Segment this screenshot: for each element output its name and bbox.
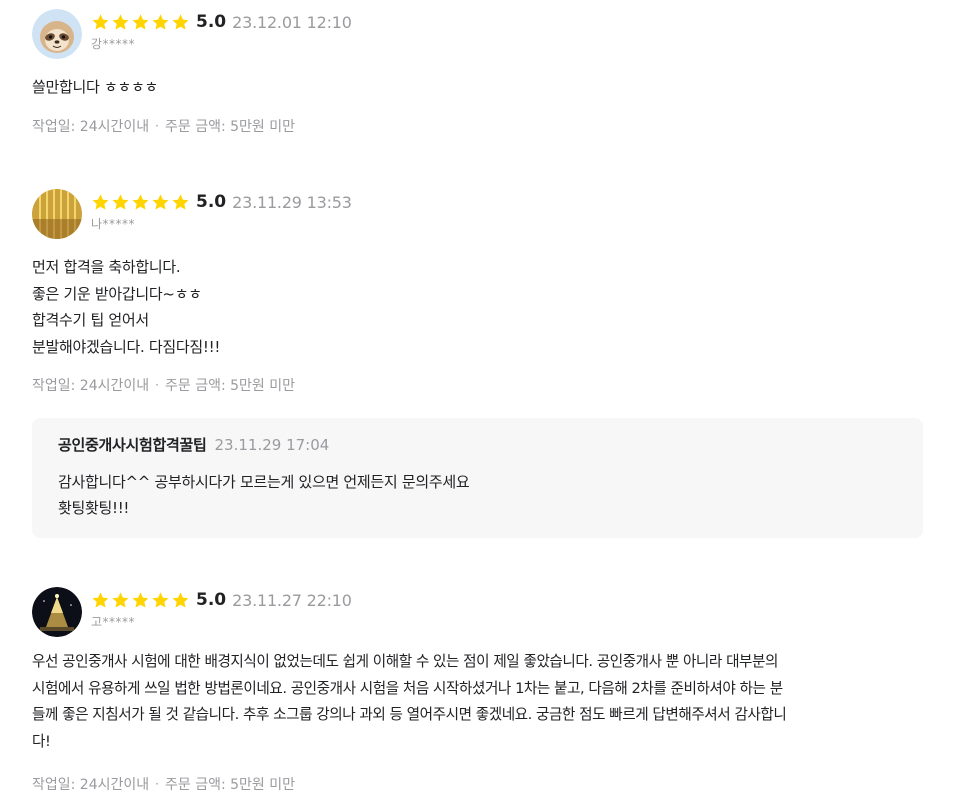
star-icon: [92, 13, 109, 30]
work-time: 작업일: 24시간이내: [32, 777, 150, 793]
star-icon: [112, 13, 129, 30]
review-item: 5.0 23.12.01 12:10 강***** 쓸만합니다 ㅎㅎㅎㅎ 작업일…: [32, 9, 932, 136]
review-item: 5.0 23.11.29 13:53 나***** 먼저 합격을 축하합니다. …: [32, 189, 932, 395]
sloth-avatar-icon: [32, 9, 82, 59]
rating-score: 5.0: [196, 12, 227, 32]
review-line: 분발해야겠습니다. 다짐다짐!!!: [32, 337, 221, 356]
review-line: 시험에서 유용하게 쓰일 법한 방법론이네요. 공인중개사 시험을 처음 시작하…: [32, 679, 783, 697]
review-line: 쓸만합니다 ㅎㅎㅎㅎ: [32, 78, 158, 96]
review-body: 쓸만합니다 ㅎㅎㅎㅎ: [32, 74, 932, 101]
star-icon: [132, 13, 149, 30]
review-date: 23.12.01 12:10: [232, 12, 352, 32]
rating-score: 5.0: [196, 192, 227, 212]
seller-reply: 공인중개사시험합격꿀팁 23.11.29 17:04 감사합니다^^ 공부하시다…: [32, 418, 923, 538]
review-meta: 작업일: 24시간이내 · 주문 금액: 5만원 미만: [32, 375, 932, 395]
night-tree-avatar-icon: [32, 587, 82, 637]
star-icon: [92, 193, 109, 210]
review-line: 좋은 기운 받아갑니다~ㅎㅎ: [32, 284, 202, 303]
star-rating: [91, 591, 190, 610]
review-line: 들께 좋은 지침서가 될 것 같습니다. 추후 소그룹 강의나 과외 등 열어주…: [32, 706, 787, 723]
rating-line: 5.0 23.11.27 22:10: [91, 587, 352, 613]
meta-separator: ·: [155, 777, 159, 791]
review-meta: 작업일: 24시간이내 · 주문 금액: 5만원 미만: [32, 116, 932, 136]
review-item: 5.0 23.11.27 22:10 고***** 우선 공인중개사 시험에 대…: [32, 587, 932, 794]
review-header: 5.0 23.11.27 22:10 고*****: [32, 587, 932, 639]
review-date: 23.11.29 13:53: [232, 192, 352, 212]
review-header: 5.0 23.11.29 13:53 나*****: [32, 189, 932, 241]
review-body: 우선 공인중개사 시험에 대한 배경지식이 없었는데도 쉽게 이해할 수 있는 …: [32, 649, 932, 755]
meta-separator: ·: [155, 118, 159, 133]
star-icon: [112, 193, 129, 210]
order-amount: 주문 금액: 5만원 미만: [164, 378, 295, 394]
review-meta: 작업일: 24시간이내 · 주문 금액: 5만원 미만: [32, 774, 932, 794]
star-icon: [152, 193, 169, 210]
star-icon: [132, 193, 149, 210]
star-icon: [172, 193, 189, 210]
reply-line: 감사합니다^^ 공부하시다가 모르는게 있으면 언제든지 문의주세요: [58, 473, 470, 491]
reply-line: 홧팅홧팅!!!: [58, 499, 130, 517]
work-time: 작업일: 24시간이내: [32, 378, 150, 394]
meta-separator: ·: [155, 378, 159, 392]
reply-date: 23.11.29 17:04: [214, 435, 330, 454]
rating-score: 5.0: [196, 590, 227, 610]
reviewer-name: 나*****: [91, 217, 136, 231]
review-body: 먼저 합격을 축하합니다. 좋은 기운 받아갑니다~ㅎㅎ 합격수기 팁 얻어서 …: [32, 254, 932, 360]
star-icon: [132, 591, 149, 608]
reply-author: 공인중개사시험합격꿀팁: [58, 436, 207, 454]
reply-header: 공인중개사시험합격꿀팁 23.11.29 17:04: [58, 434, 329, 455]
order-amount: 주문 금액: 5만원 미만: [164, 777, 295, 793]
review-line: 우선 공인중개사 시험에 대한 배경지식이 없었는데도 쉽게 이해할 수 있는 …: [32, 653, 778, 670]
star-icon: [172, 13, 189, 30]
review-header: 5.0 23.12.01 12:10 강*****: [32, 9, 932, 61]
rating-line: 5.0 23.11.29 13:53: [91, 189, 352, 215]
review-date: 23.11.27 22:10: [232, 590, 352, 610]
reply-body: 감사합니다^^ 공부하시다가 모르는게 있으면 언제든지 문의주세요 홧팅홧팅!…: [58, 469, 470, 521]
star-icon: [92, 591, 109, 608]
star-icon: [172, 591, 189, 608]
golden-pattern-avatar-icon: [32, 189, 82, 239]
rating-line: 5.0 23.12.01 12:10: [91, 9, 352, 35]
star-rating: [91, 193, 190, 212]
review-line: 합격수기 팁 얻어서: [32, 311, 149, 329]
star-icon: [152, 13, 169, 30]
work-time: 작업일: 24시간이내: [32, 118, 150, 135]
star-icon: [152, 591, 169, 608]
star-icon: [112, 591, 129, 608]
review-line: 다!: [32, 732, 51, 750]
reviewer-name: 강*****: [91, 37, 136, 51]
order-amount: 주문 금액: 5만원 미만: [164, 118, 295, 135]
star-rating: [91, 13, 190, 32]
reviewer-name: 고*****: [91, 615, 136, 629]
review-line: 먼저 합격을 축하합니다.: [32, 258, 181, 276]
